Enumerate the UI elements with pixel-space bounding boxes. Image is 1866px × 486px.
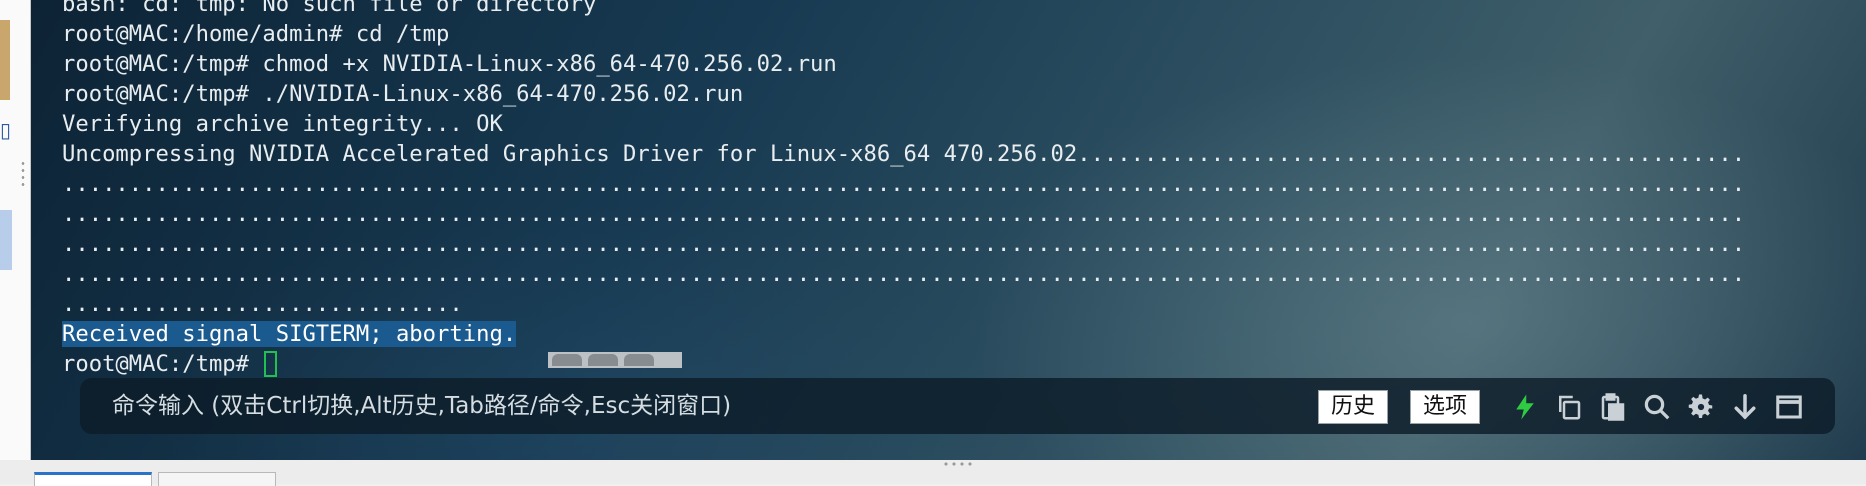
panel-splitter[interactable] [0, 460, 1866, 470]
drag-dots [20, 160, 26, 188]
bottom-tab-strip [0, 470, 1866, 484]
search-icon[interactable] [1640, 390, 1674, 424]
terminal-line: Uncompressing NVIDIA Accelerated Graphic… [62, 141, 1746, 167]
terminal-line: root@MAC:/tmp# ./NVIDIA-Linux-x86_64-470… [62, 81, 744, 107]
copy-icon[interactable] [1552, 390, 1586, 424]
terminal-line: ........................................… [62, 261, 1746, 287]
terminal-cursor [264, 351, 278, 377]
terminal-line: .............................. [62, 291, 463, 317]
terminal-line: root@MAC:/home/admin# cd /tmp [62, 21, 450, 47]
mini-tool-button[interactable] [552, 354, 582, 366]
background-glyph: ▯ [0, 118, 12, 142]
command-input-bar: 历史 选项 [80, 378, 1835, 434]
command-input[interactable] [110, 392, 1314, 420]
background-bar [0, 20, 10, 100]
terminal-line: ........................................… [62, 231, 1746, 257]
floating-mini-toolbar[interactable] [548, 352, 682, 368]
splitter-grip-icon[interactable] [942, 460, 972, 468]
terminal-line: ........................................… [62, 171, 1746, 197]
terminal-output[interactable]: bash: cd: tmp: No such file or directory… [62, 0, 1745, 379]
background-window-edge: ▯ [0, 0, 31, 470]
terminal-line: root@MAC:/tmp# chmod +x NVIDIA-Linux-x86… [62, 51, 837, 77]
paste-icon[interactable] [1596, 390, 1630, 424]
mini-tool-button[interactable] [624, 354, 654, 366]
background-chart-fragment [0, 210, 12, 270]
terminal-line: ........................................… [62, 201, 1746, 227]
window-icon[interactable] [1772, 390, 1806, 424]
mini-tool-button[interactable] [588, 354, 618, 366]
options-button[interactable]: 选项 [1410, 390, 1481, 424]
shell-prompt: root@MAC:/tmp# [62, 351, 263, 377]
selected-text[interactable]: Received signal SIGTERM; aborting. [62, 321, 517, 347]
gear-icon[interactable] [1684, 390, 1718, 424]
terminal-line: Verifying archive integrity... OK [62, 111, 503, 137]
terminal-line: bash: cd: tmp: No such file or directory [62, 0, 597, 17]
lightning-icon[interactable] [1508, 390, 1542, 424]
download-arrow-icon[interactable] [1728, 390, 1762, 424]
history-button[interactable]: 历史 [1318, 390, 1389, 424]
